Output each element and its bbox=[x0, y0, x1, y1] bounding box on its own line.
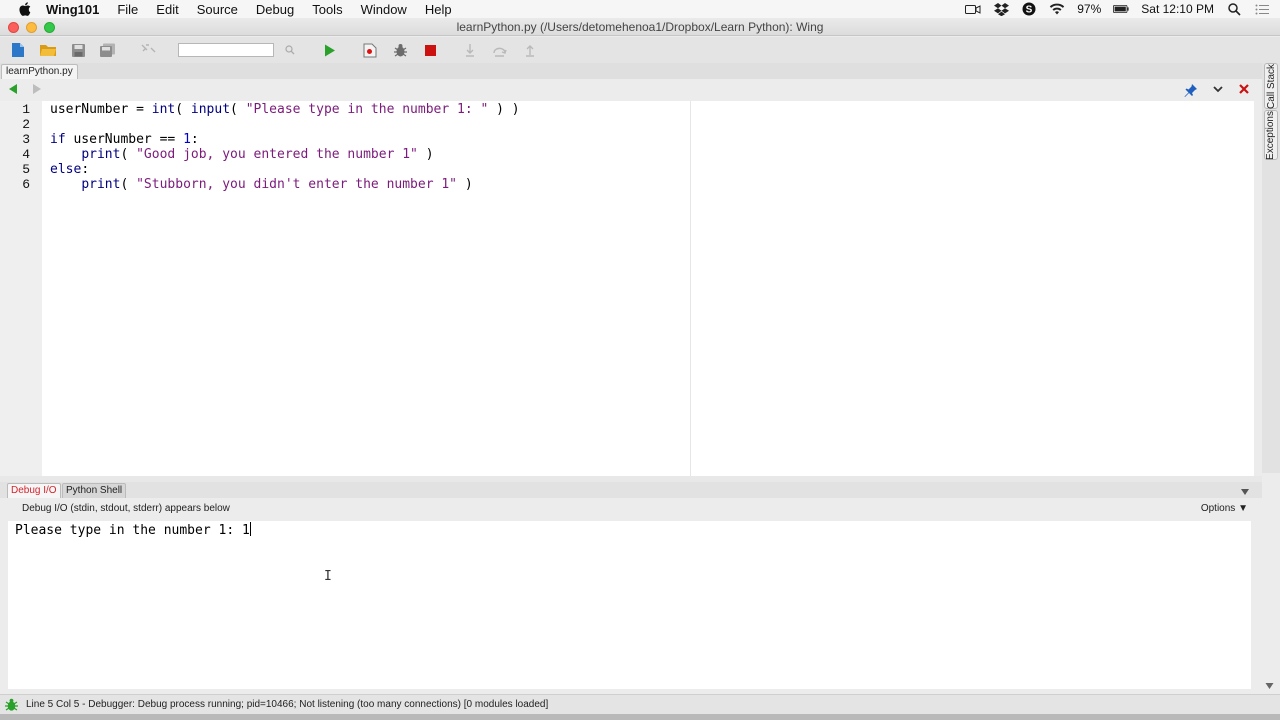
console-output[interactable]: Please type in the number 1: 1 bbox=[15, 522, 251, 538]
side-tool-tabs: Call Stack Exceptions bbox=[1262, 63, 1280, 473]
spotlight-search-icon[interactable] bbox=[1226, 2, 1242, 16]
step-into-button[interactable] bbox=[458, 39, 482, 61]
search-icon[interactable] bbox=[278, 39, 302, 61]
stop-debug-button[interactable] bbox=[418, 39, 442, 61]
apple-icon[interactable] bbox=[18, 2, 32, 16]
wifi-icon[interactable] bbox=[1049, 3, 1065, 15]
menu-app-name[interactable]: Wing101 bbox=[46, 2, 99, 17]
notification-center-icon[interactable] bbox=[1254, 3, 1270, 15]
tab-python-shell[interactable]: Python Shell bbox=[62, 483, 127, 498]
skype-icon[interactable]: S bbox=[1021, 2, 1037, 16]
editor-tab-learnpython[interactable]: learnPython.py bbox=[1, 64, 78, 79]
debug-io-header: Debug I/O (stdin, stdout, stderr) appear… bbox=[0, 498, 1262, 520]
window-close-button[interactable] bbox=[8, 22, 19, 33]
macos-menubar: Wing101 File Edit Source Debug Tools Win… bbox=[0, 0, 1280, 18]
menu-source[interactable]: Source bbox=[197, 2, 238, 17]
menubar-clock[interactable]: Sat 12:10 PM bbox=[1141, 2, 1214, 16]
code-line[interactable]: if userNumber == 1: bbox=[50, 132, 199, 147]
forward-arrow-icon[interactable] bbox=[31, 83, 43, 98]
menu-debug[interactable]: Debug bbox=[256, 2, 294, 17]
debug-bug-button[interactable] bbox=[388, 39, 412, 61]
battery-percent: 97% bbox=[1077, 2, 1102, 16]
options-dropdown[interactable]: Options ▼ bbox=[1201, 503, 1248, 514]
svg-text:S: S bbox=[1026, 5, 1033, 16]
code-line[interactable]: print( "Good job, you entered the number… bbox=[50, 147, 433, 162]
debug-status-bug-icon[interactable] bbox=[4, 698, 19, 715]
tab-call-stack[interactable]: Call Stack bbox=[1264, 63, 1278, 109]
line-number: 3 bbox=[22, 132, 30, 147]
dropdown-arrow-icon: ▼ bbox=[1238, 503, 1248, 514]
open-file-button[interactable] bbox=[36, 39, 60, 61]
debug-io-description: Debug I/O (stdin, stdout, stderr) appear… bbox=[22, 503, 230, 514]
save-all-button[interactable] bbox=[96, 39, 120, 61]
breakpoint-button[interactable] bbox=[358, 39, 382, 61]
window-zoom-button[interactable] bbox=[44, 22, 55, 33]
edge-guide-line bbox=[690, 101, 691, 476]
dropbox-icon[interactable] bbox=[993, 2, 1009, 16]
bottom-panel-tabs: Debug I/O Python Shell bbox=[0, 482, 1262, 498]
status-text: Line 5 Col 5 - Debugger: Debug process r… bbox=[26, 699, 549, 710]
menu-edit[interactable]: Edit bbox=[156, 2, 178, 17]
text-caret bbox=[249, 522, 251, 536]
pin-icon[interactable] bbox=[1184, 83, 1198, 100]
line-number: 4 bbox=[22, 147, 30, 162]
tab-debug-io[interactable]: Debug I/O bbox=[7, 483, 61, 498]
code-line[interactable]: print( "Stubborn, you didn't enter the n… bbox=[50, 177, 472, 192]
toolbar-search-input[interactable] bbox=[178, 43, 274, 57]
window-titlebar: learnPython.py (/Users/detomehenoa1/Drop… bbox=[0, 18, 1280, 36]
window-title: learnPython.py (/Users/detomehenoa1/Drop… bbox=[456, 20, 824, 34]
line-number: 5 bbox=[22, 162, 30, 177]
step-over-button[interactable] bbox=[488, 39, 512, 61]
line-number: 2 bbox=[22, 117, 30, 132]
status-bar: Line 5 Col 5 - Debugger: Debug process r… bbox=[0, 694, 1280, 714]
step-out-button[interactable] bbox=[518, 39, 542, 61]
close-editor-icon[interactable] bbox=[1238, 83, 1250, 98]
menu-window[interactable]: Window bbox=[361, 2, 407, 17]
window-minimize-button[interactable] bbox=[26, 22, 37, 33]
scroll-down-arrow-icon[interactable] bbox=[1265, 679, 1274, 693]
menu-tools[interactable]: Tools bbox=[312, 2, 342, 17]
window-controls bbox=[8, 22, 55, 33]
debug-io-console[interactable]: Please type in the number 1: 1 I bbox=[8, 521, 1251, 689]
search-tool-icon[interactable] bbox=[136, 39, 160, 61]
editor-nav-row bbox=[0, 79, 1262, 101]
tab-exceptions[interactable]: Exceptions bbox=[1264, 110, 1278, 160]
code-editor[interactable]: 1 2 3 4 5 6 userNumber = int( input( "Pl… bbox=[0, 101, 1254, 476]
ibeam-cursor-icon: I bbox=[324, 569, 332, 584]
menubar-status-area: S 97% Sat 12:10 PM bbox=[965, 0, 1270, 18]
panel-menu-chevron-icon[interactable] bbox=[1240, 485, 1250, 499]
editor-tab-strip: learnPython.py bbox=[0, 63, 1262, 79]
window-bottom-edge bbox=[0, 714, 1280, 720]
save-file-button[interactable] bbox=[66, 39, 90, 61]
toolbar bbox=[0, 37, 1280, 63]
line-number: 1 bbox=[22, 102, 30, 117]
run-debug-button[interactable] bbox=[318, 39, 342, 61]
menu-help[interactable]: Help bbox=[425, 2, 452, 17]
chevron-down-icon[interactable] bbox=[1212, 83, 1224, 98]
battery-icon[interactable] bbox=[1113, 3, 1129, 15]
new-file-button[interactable] bbox=[6, 39, 30, 61]
code-line[interactable]: userNumber = int( input( "Please type in… bbox=[50, 102, 520, 117]
menu-file[interactable]: File bbox=[117, 2, 138, 17]
line-number: 6 bbox=[22, 177, 30, 192]
code-line[interactable]: else: bbox=[50, 162, 89, 177]
video-camera-icon[interactable] bbox=[965, 3, 981, 15]
back-arrow-icon[interactable] bbox=[7, 83, 19, 98]
line-number-gutter: 1 2 3 4 5 6 bbox=[0, 101, 42, 476]
